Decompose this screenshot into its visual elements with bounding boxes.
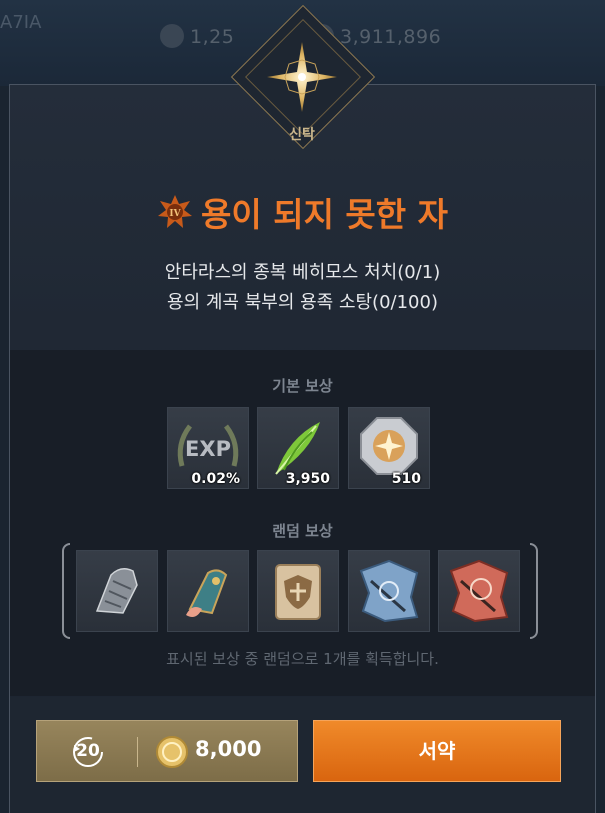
refresh-cost-button[interactable]: 20 8,000 [36, 720, 298, 782]
reward-slot-exp[interactable]: EXP 0.02% [167, 407, 249, 489]
objective-item: 용의 계곡 북부의 용족 소탕(0/100) [167, 292, 438, 313]
random-reward-slot[interactable] [76, 550, 158, 632]
random-reward-notice: 표시된 보상 중 랜덤으로 1개를 획득합니다. [166, 650, 439, 668]
emblem-label: 신탁 [289, 127, 315, 143]
gem-icon [160, 24, 184, 48]
bracket-left [62, 543, 70, 639]
quest-title-row: IV 용이 되지 못한 자 [0, 188, 605, 236]
ornate-bracer-icon [186, 569, 228, 617]
random-reward-slot[interactable] [257, 550, 339, 632]
random-reward-title: 랜덤 보상 [272, 522, 333, 540]
pledge-button[interactable]: 서약 [313, 720, 561, 782]
rank-badge-icon: IV [158, 195, 192, 228]
red-torn-scroll-icon [449, 559, 509, 623]
divider [137, 737, 138, 767]
random-reward-slot[interactable] [348, 550, 430, 632]
reward-amount: 0.02% [191, 471, 240, 487]
reward-slot-medal[interactable]: 510 [348, 407, 430, 489]
quest-title: 용이 되지 못한 자 [201, 195, 448, 234]
random-reward-slot[interactable] [438, 550, 520, 632]
oracle-emblem: 신탁 [212, 2, 392, 182]
shield-scroll-icon [275, 564, 321, 620]
basic-reward-title: 기본 보상 [272, 377, 333, 395]
compass-star-icon [267, 42, 337, 112]
objective-item: 안타라스의 종복 베히모스 처치(0/1) [164, 262, 441, 283]
svg-text:EXP: EXP [185, 437, 231, 461]
cost-value: 8,000 [195, 737, 262, 761]
rank-badge-numeral: IV [169, 209, 181, 219]
refresh-count: 20 [76, 741, 100, 761]
refresh-icon: 20 [71, 735, 105, 769]
blue-torn-scroll-icon [359, 559, 419, 623]
reward-amount: 3,950 [285, 471, 330, 487]
top-left-label: A7IA [0, 12, 42, 33]
steel-gauntlet-icon [95, 568, 138, 614]
random-reward-slot[interactable] [167, 550, 249, 632]
bracket-right [530, 543, 538, 639]
reward-amount: 510 [391, 471, 421, 487]
gold-coin-icon [156, 736, 188, 768]
reward-slot-feather[interactable]: 3,950 [257, 407, 339, 489]
objective-list: 안타라스의 종복 베히모스 처치(0/1) 용의 계곡 북부의 용족 소탕(0/… [0, 258, 605, 318]
